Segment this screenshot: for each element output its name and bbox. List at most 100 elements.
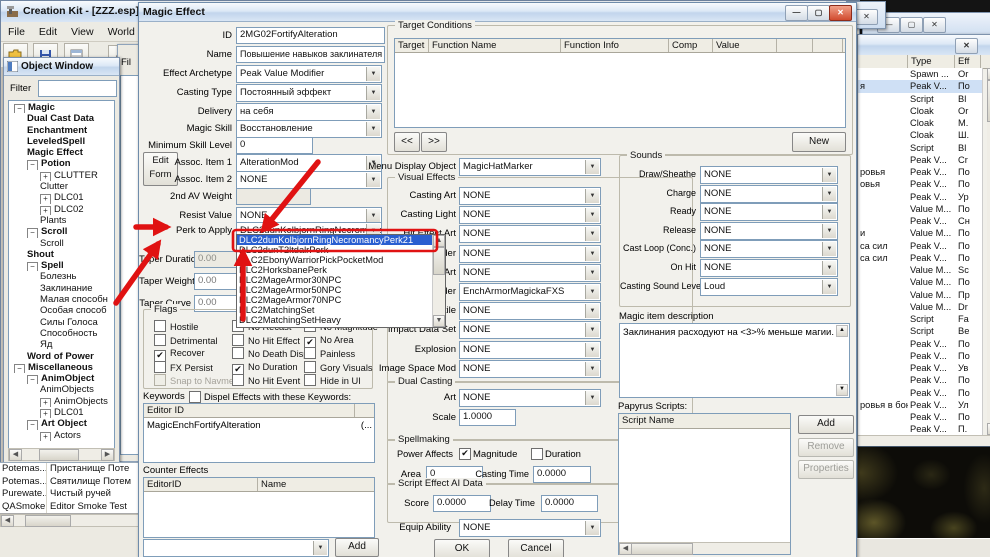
close-icon[interactable]: ✕ (855, 9, 878, 25)
effect-row[interactable]: Value M... Sc (858, 264, 982, 276)
tree-item-shout[interactable]: Shout (12, 249, 114, 260)
sound-combo-casting-sound-level[interactable]: Loud ▼ (700, 277, 838, 296)
maximize-icon[interactable]: ▢ (900, 17, 923, 33)
menu-display-object-combo[interactable]: MagicHatMarker ▼ (459, 158, 601, 176)
visual-effect-combo-enchant-shader[interactable]: EnchArmorMagickaFXS ▼ (459, 283, 601, 301)
checkbox-no-hit-effect[interactable] (232, 333, 244, 346)
perk-option-dlc2dunt2ltdalrperk[interactable]: DLC2dunT2ltdalrPerk (237, 245, 433, 255)
magic-skill-combo[interactable]: Восстановление ▼ (236, 120, 382, 138)
close-icon[interactable]: ✕ (923, 17, 946, 33)
effect-row[interactable]: Peak V... По (858, 411, 982, 423)
effect-row[interactable]: са сил Peak V... По (858, 240, 982, 252)
tree-item-clutter[interactable]: + CLUTTER (12, 170, 114, 182)
tree-item-magic[interactable]: − Magic (12, 102, 114, 114)
perk-option-dlc2ebonywarriorpickpocketmod[interactable]: DLC2EbonyWarriorPickPocketMod (237, 255, 433, 265)
effect-row[interactable]: Cloak Or (858, 105, 982, 117)
column-eff[interactable]: Eff (955, 55, 981, 68)
delivery-combo[interactable]: на себя ▼ (236, 103, 382, 121)
effect-row[interactable]: Peak V... Ур (858, 191, 982, 203)
menu-edit[interactable]: Edit (32, 23, 64, 41)
scroll-left-icon[interactable]: ◀ (1, 515, 14, 527)
name-field[interactable]: Повышение навыков заклинателя (236, 46, 385, 63)
perk-option-dlc2matchingset[interactable]: DLC2MatchingSet (237, 305, 433, 315)
condition-new-button[interactable]: New (792, 132, 846, 152)
cell-horizontal-scrollbar[interactable]: ◀ (0, 514, 142, 527)
expand-icon[interactable]: + (40, 194, 51, 204)
cell-row-purewate[interactable]: Purewate...Чистый ручей (0, 488, 140, 501)
visual-effect-combo-impact-data-set[interactable]: NONE ▼ (459, 321, 601, 340)
counter-header-editorid[interactable]: EditorID (144, 478, 258, 491)
scroll-left-icon[interactable]: ◀ (9, 449, 22, 461)
tree-item-enchantment[interactable]: Enchantment (12, 125, 114, 136)
sound-combo-on-hit[interactable]: NONE ▼ (700, 259, 838, 277)
tree-item-scroll[interactable]: Scroll (12, 238, 114, 249)
collapse-icon[interactable]: − (27, 160, 38, 170)
tree-item-dlc01[interactable]: + DLC01 (12, 192, 114, 204)
effect-row[interactable]: я Peak V... По (858, 80, 982, 93)
sound-combo-ready[interactable]: NONE ▼ (700, 203, 838, 222)
casting-type-combo[interactable]: Постоянный эффект ▼ (236, 84, 382, 102)
checkbox-no-hit-event[interactable] (232, 374, 244, 387)
effect-row[interactable]: Value M... Пр (858, 289, 982, 301)
checkbox-no-death-dispel[interactable] (232, 347, 244, 360)
menu-world[interactable]: World (101, 23, 142, 41)
sound-combo-draw-sheathe[interactable]: NONE ▼ (700, 166, 838, 184)
effect-row[interactable]: и Value M... По (858, 227, 982, 239)
magnitude-checkbox[interactable]: ✔ (459, 448, 471, 460)
expand-icon[interactable]: + (40, 409, 51, 419)
dialog-titlebar[interactable]: Magic Effect — ▢ ✕ (139, 3, 856, 22)
condition-column-function-info[interactable]: Function Info (561, 39, 669, 52)
column-name[interactable] (858, 55, 908, 68)
condition-column-blank-5[interactable] (777, 39, 813, 52)
effect-row[interactable]: Peak V... По (858, 374, 982, 386)
effect-row[interactable]: Peak V... По (858, 350, 982, 362)
effect-archetype-combo[interactable]: Peak Value Modifier ▼ (236, 65, 382, 83)
tree-item-силы-голоса[interactable]: Силы Голоса (12, 317, 114, 328)
visual-effect-combo-hit-shader[interactable]: NONE ▼ (459, 244, 601, 263)
condition-column-value[interactable]: Value (713, 39, 777, 52)
filter-input[interactable] (38, 80, 117, 97)
maximize-icon[interactable]: ▢ (807, 5, 830, 21)
close-icon[interactable]: ✕ (955, 38, 978, 54)
effect-row[interactable]: Value M... По (858, 203, 982, 215)
duration-checkbox[interactable] (531, 448, 543, 460)
effect-row[interactable]: Peak V... По (858, 338, 982, 350)
effects-list-titlebar[interactable]: ✕ (858, 35, 990, 56)
condition-column-blank-6[interactable] (813, 39, 843, 52)
scroll-up-icon[interactable]: ▲ (433, 235, 445, 247)
expand-icon[interactable]: + (40, 171, 51, 182)
menu-view[interactable]: View (64, 23, 101, 41)
tree-item-заклинание[interactable]: Заклинание (12, 283, 114, 294)
flag-no-hit-effect[interactable]: No Hit Effect (232, 333, 300, 347)
sound-combo-charge[interactable]: NONE ▼ (700, 184, 838, 203)
sound-combo-cast-loop-conc[interactable]: NONE ▼ (700, 240, 838, 259)
tree-item-magic-effect[interactable]: Magic Effect (12, 147, 114, 158)
tree-item-малая-способн[interactable]: Малая способн (12, 294, 114, 305)
visual-effect-combo-casting-light[interactable]: NONE ▼ (459, 206, 601, 225)
tree-horizontal-scrollbar[interactable]: ◀ ▶ (8, 448, 115, 461)
minimum-skill-field[interactable]: 0 (236, 137, 313, 154)
effect-row[interactable]: ровья Peak V... По (858, 166, 982, 178)
counter-add-button[interactable]: Add (335, 538, 379, 557)
tree-item-leveledspell[interactable]: LeveledSpell (12, 136, 114, 147)
column-type[interactable]: Type (908, 55, 955, 68)
tree-item-dlc02[interactable]: + DLC02 (12, 204, 114, 215)
perk-option-dlc2dunkolbjornringnecromancyperk21[interactable]: DLC2dunKolbjornRingNecromancyPerk21 (237, 235, 433, 245)
effect-row[interactable]: Peak V... Сн (858, 215, 982, 227)
collapse-icon[interactable]: − (14, 363, 25, 374)
scroll-down-icon[interactable]: ▼ (433, 315, 445, 327)
counter-header-name[interactable]: Name (258, 478, 372, 491)
ok-button[interactable]: OK (434, 539, 490, 557)
tree-item-plants[interactable]: Plants (12, 215, 114, 226)
collapse-icon[interactable]: − (14, 104, 25, 114)
script-name-header[interactable]: Script Name (619, 414, 787, 427)
visual-effect-combo-explosion[interactable]: NONE ▼ (459, 340, 601, 359)
tree-item-actors[interactable]: + Actors (12, 430, 114, 441)
collapse-icon[interactable]: − (27, 228, 38, 238)
condition-column-function-name[interactable]: Function Name (429, 39, 561, 52)
perk-option-dlc2matchingsetheavy[interactable]: DLC2MatchingSetHeavy (237, 315, 433, 325)
close-icon[interactable]: ✕ (829, 5, 852, 21)
checkbox-hostile[interactable] (154, 320, 166, 332)
object-window-titlebar[interactable]: Object Window (4, 58, 119, 76)
flag-hostile[interactable]: Hostile (154, 320, 198, 333)
